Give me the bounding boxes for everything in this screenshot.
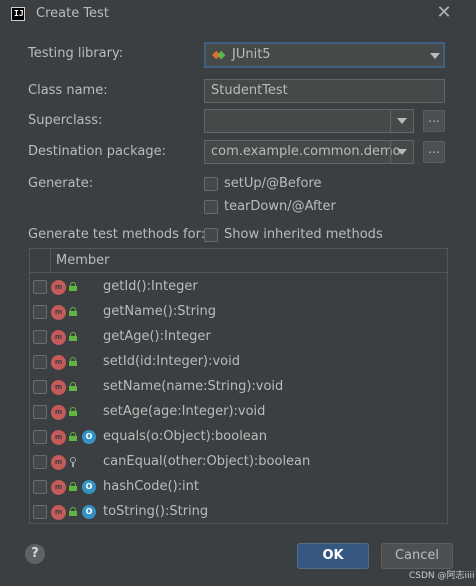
superclass-dropdown-button[interactable] <box>390 110 413 132</box>
row-checkbox[interactable] <box>33 330 47 344</box>
override-icon: O <box>82 480 96 494</box>
close-icon[interactable]: ✕ <box>436 4 452 22</box>
intellij-app-icon: IJ <box>11 7 25 21</box>
member-column-header[interactable]: Member <box>56 253 109 268</box>
destination-dropdown-button[interactable] <box>390 141 413 163</box>
setup-checkbox[interactable] <box>204 177 218 191</box>
public-access-icon <box>69 407 77 416</box>
row-checkbox[interactable] <box>33 405 47 419</box>
generate-label: Generate: <box>28 176 94 191</box>
testing-library-dropdown[interactable]: ◆ ◆ JUnit5 <box>204 42 445 68</box>
method-icon: m <box>51 505 66 520</box>
superclass-combo[interactable] <box>204 109 414 133</box>
window-title: Create Test <box>36 6 109 21</box>
public-access-icon <box>69 357 77 366</box>
method-icon: m <box>51 380 66 395</box>
chevron-down-icon <box>397 149 407 155</box>
show-inherited-checkbox[interactable] <box>204 228 218 242</box>
method-icon: m <box>51 330 66 345</box>
teardown-checkbox-label[interactable]: tearDown/@After <box>224 199 336 214</box>
header-divider <box>50 249 51 272</box>
row-checkbox[interactable] <box>33 380 47 394</box>
row-checkbox[interactable] <box>33 455 47 469</box>
destination-package-label: Destination package: <box>28 144 166 159</box>
destination-package-value: com.example.common.demo <box>211 144 401 159</box>
junit-icon-right: ◆ <box>217 48 226 61</box>
method-icon: m <box>51 480 66 495</box>
table-row[interactable]: m OtoString():String <box>30 500 447 525</box>
testing-library-label: Testing library: <box>28 46 124 61</box>
class-name-input[interactable]: StudentTest <box>204 79 445 103</box>
public-access-icon <box>69 482 77 491</box>
generate-methods-label: Generate test methods for: <box>28 227 206 242</box>
public-access-icon <box>69 507 77 516</box>
row-checkbox[interactable] <box>33 430 47 444</box>
public-access-icon <box>69 382 77 391</box>
help-icon[interactable]: ? <box>25 544 45 564</box>
table-row[interactable]: m setName(name:String):void <box>30 375 447 400</box>
table-header: Member <box>30 249 447 273</box>
row-checkbox[interactable] <box>33 505 47 519</box>
table-row[interactable]: m Oequals(o:Object):boolean <box>30 425 447 450</box>
table-row[interactable]: m canEqual(other:Object):boolean <box>30 450 447 475</box>
table-row[interactable]: m setAge(age:Integer):void <box>30 400 447 425</box>
method-name: getName():String <box>103 304 217 319</box>
ok-button[interactable]: OK <box>297 543 369 569</box>
title-bar: IJ Create Test ✕ <box>0 0 476 30</box>
method-name: setId(id:Integer):void <box>103 354 240 369</box>
teardown-checkbox[interactable] <box>204 200 218 214</box>
method-icon: m <box>51 305 66 320</box>
destination-package-combo[interactable]: com.example.common.demo <box>204 140 414 164</box>
table-row[interactable]: m getId():Integer <box>30 275 447 300</box>
protected-access-icon <box>70 457 76 467</box>
method-icon: m <box>51 430 66 445</box>
row-checkbox[interactable] <box>33 480 47 494</box>
method-name: equals(o:Object):boolean <box>103 429 268 444</box>
destination-browse-button[interactable]: ... <box>423 141 445 163</box>
method-name: setName(name:String):void <box>103 379 284 394</box>
method-icon: m <box>51 455 66 470</box>
method-name: setAge(age:Integer):void <box>103 404 266 419</box>
table-row[interactable]: m setId(id:Integer):void <box>30 350 447 375</box>
method-name: toString():String <box>103 504 209 519</box>
superclass-browse-button[interactable]: ... <box>423 110 445 132</box>
public-access-icon <box>69 432 77 441</box>
members-table: Member m getId():Integer m getName():String… <box>29 248 448 524</box>
class-name-value: StudentTest <box>211 83 288 98</box>
method-name: hashCode():int <box>103 479 199 494</box>
public-access-icon <box>69 282 77 291</box>
public-access-icon <box>69 332 77 341</box>
row-checkbox[interactable] <box>33 355 47 369</box>
override-icon: O <box>82 430 96 444</box>
cancel-button[interactable]: Cancel <box>381 543 453 569</box>
override-icon: O <box>82 505 96 519</box>
method-icon: m <box>51 280 66 295</box>
table-row[interactable]: m getAge():Integer <box>30 325 447 350</box>
testing-library-value: JUnit5 <box>232 47 271 62</box>
class-name-label: Class name: <box>28 83 108 98</box>
table-row[interactable]: m getName():String <box>30 300 447 325</box>
watermark: CSDN @阿志iiii <box>409 571 475 581</box>
chevron-down-icon[interactable] <box>430 53 440 59</box>
method-name: canEqual(other:Object):boolean <box>103 454 311 469</box>
method-name: getId():Integer <box>103 279 198 294</box>
public-access-icon <box>69 307 77 316</box>
show-inherited-label[interactable]: Show inherited methods <box>224 227 383 242</box>
method-icon: m <box>51 355 66 370</box>
setup-checkbox-label[interactable]: setUp/@Before <box>224 176 322 191</box>
chevron-down-icon <box>397 118 407 124</box>
method-name: getAge():Integer <box>103 329 211 344</box>
table-row[interactable]: m OhashCode():int <box>30 475 447 500</box>
row-checkbox[interactable] <box>33 280 47 294</box>
row-checkbox[interactable] <box>33 305 47 319</box>
method-icon: m <box>51 405 66 420</box>
superclass-label: Superclass: <box>28 113 103 128</box>
